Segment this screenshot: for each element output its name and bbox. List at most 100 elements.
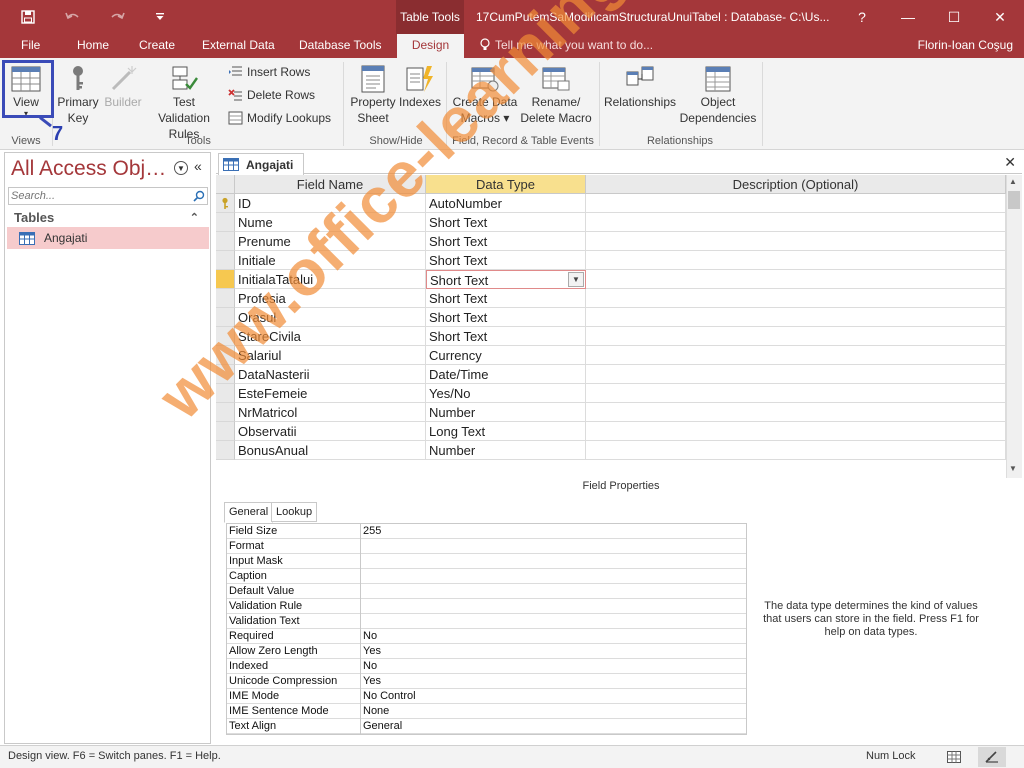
customize-qat-icon[interactable] <box>152 7 168 27</box>
tab-design[interactable]: Design <box>397 34 464 58</box>
object-dependencies-button[interactable]: Object Dependencies <box>678 64 758 126</box>
data-type-cell[interactable]: Date/Time <box>426 365 586 384</box>
column-header-field-name[interactable]: Field Name <box>235 175 426 194</box>
field-name-cell[interactable]: InitialaTatalui <box>235 270 426 289</box>
column-header-data-type[interactable]: Data Type <box>426 175 586 194</box>
field-name-cell[interactable]: NrMatricol <box>235 403 426 422</box>
tab-lookup[interactable]: Lookup <box>271 502 318 522</box>
row-selector[interactable] <box>216 251 235 270</box>
collapse-pane-icon[interactable]: « <box>194 158 202 174</box>
field-name-cell[interactable]: BonusAnual <box>235 441 426 460</box>
description-cell[interactable] <box>586 422 1006 441</box>
property-value[interactable] <box>360 599 746 614</box>
property-value[interactable] <box>360 539 746 554</box>
design-view-icon[interactable] <box>978 747 1006 767</box>
insert-rows-button[interactable]: Insert Rows <box>228 62 310 82</box>
description-cell[interactable] <box>586 384 1006 403</box>
close-document-button[interactable]: ✕ <box>1004 154 1016 171</box>
user-name[interactable]: Florin-Ioan Coşug <box>918 34 1013 58</box>
nav-section-tables[interactable]: Tables ⌃ <box>9 208 207 228</box>
tab-database-tools[interactable]: Database Tools <box>299 34 382 58</box>
close-button[interactable]: ✕ <box>977 0 1023 34</box>
undo-icon[interactable] <box>60 7 86 27</box>
column-header-description[interactable]: Description (Optional) <box>586 175 1006 194</box>
modify-lookups-button[interactable]: Modify Lookups <box>228 108 331 128</box>
field-name-cell[interactable]: Profesia <box>235 289 426 308</box>
property-value[interactable] <box>360 614 746 629</box>
tab-external-data[interactable]: External Data <box>202 34 275 58</box>
nav-menu-chevron-icon[interactable]: ▼ <box>174 161 188 175</box>
property-value[interactable]: No <box>360 659 746 674</box>
property-value[interactable]: None <box>360 704 746 719</box>
row-selector[interactable] <box>216 232 235 251</box>
rename-delete-macro-button[interactable]: Rename/ Delete Macro <box>520 64 592 126</box>
row-selector[interactable] <box>216 308 235 327</box>
indexes-button[interactable]: Indexes <box>398 64 442 110</box>
help-button[interactable]: ? <box>839 0 885 34</box>
property-value[interactable]: No <box>360 629 746 644</box>
property-value[interactable]: General <box>360 719 746 734</box>
field-name-cell[interactable]: ID <box>235 194 426 213</box>
dropdown-chevron-icon[interactable]: ▼ <box>568 272 584 287</box>
row-selector[interactable] <box>216 384 235 403</box>
field-name-cell[interactable]: Orasul <box>235 308 426 327</box>
description-cell[interactable] <box>586 270 1006 289</box>
row-selector[interactable] <box>216 289 235 308</box>
property-value[interactable]: Yes <box>360 644 746 659</box>
relationships-button[interactable]: Relationships <box>603 64 677 110</box>
data-type-cell[interactable]: Currency <box>426 346 586 365</box>
data-type-cell[interactable]: Short Text <box>426 327 586 346</box>
test-validation-rules-button[interactable]: Test Validation Rules <box>146 64 222 142</box>
description-cell[interactable] <box>586 232 1006 251</box>
description-cell[interactable] <box>586 346 1006 365</box>
description-cell[interactable] <box>586 194 1006 213</box>
vertical-scrollbar[interactable]: ▲ ▼ <box>1006 175 1022 478</box>
description-cell[interactable] <box>586 327 1006 346</box>
field-name-cell[interactable]: Initiale <box>235 251 426 270</box>
row-selector[interactable] <box>216 422 235 441</box>
save-icon[interactable] <box>18 7 38 27</box>
row-selector[interactable] <box>216 327 235 346</box>
property-value[interactable]: 255 <box>360 524 746 539</box>
property-value[interactable] <box>360 554 746 569</box>
field-name-cell[interactable]: Salariul <box>235 346 426 365</box>
datasheet-view-icon[interactable] <box>940 747 968 767</box>
data-type-cell[interactable]: Number <box>426 403 586 422</box>
property-value[interactable] <box>360 569 746 584</box>
property-value[interactable]: Yes <box>360 674 746 689</box>
collapse-section-icon[interactable]: ⌃ <box>190 208 199 228</box>
description-cell[interactable] <box>586 365 1006 384</box>
data-type-cell[interactable]: Short Text <box>426 308 586 327</box>
nav-search-input[interactable] <box>11 189 189 203</box>
scrollbar-thumb[interactable] <box>1008 191 1020 209</box>
data-type-cell[interactable]: Short Text <box>426 213 586 232</box>
scroll-up-icon[interactable]: ▲ <box>1009 177 1017 186</box>
maximize-button[interactable]: ☐ <box>931 0 977 34</box>
row-selector[interactable] <box>216 270 235 289</box>
description-cell[interactable] <box>586 441 1006 460</box>
row-selector[interactable] <box>216 194 235 213</box>
nav-pane-title[interactable]: All Access Obje... <box>11 157 171 181</box>
field-name-cell[interactable]: Prenume <box>235 232 426 251</box>
property-value[interactable]: No Control <box>360 689 746 704</box>
row-selector[interactable] <box>216 213 235 232</box>
row-selector[interactable] <box>216 441 235 460</box>
data-type-cell[interactable]: Long Text <box>426 422 586 441</box>
delete-rows-button[interactable]: Delete Rows <box>228 85 315 105</box>
redo-icon[interactable] <box>104 7 130 27</box>
field-name-cell[interactable]: Nume <box>235 213 426 232</box>
builder-button[interactable]: Builder <box>102 64 144 110</box>
data-type-cell[interactable]: Yes/No <box>426 384 586 403</box>
description-cell[interactable] <box>586 251 1006 270</box>
field-name-cell[interactable]: DataNasterii <box>235 365 426 384</box>
field-name-cell[interactable]: Observatii <box>235 422 426 441</box>
row-selector[interactable] <box>216 403 235 422</box>
data-type-cell[interactable]: Short Text <box>426 251 586 270</box>
tab-create[interactable]: Create <box>139 34 175 58</box>
tab-file[interactable]: File <box>21 34 40 58</box>
property-sheet-button[interactable]: Property Sheet <box>348 64 398 126</box>
data-type-cell[interactable]: Number <box>426 441 586 460</box>
data-type-cell[interactable]: Short Text <box>426 289 586 308</box>
description-cell[interactable] <box>586 403 1006 422</box>
primary-key-button[interactable]: Primary Key <box>56 64 100 126</box>
